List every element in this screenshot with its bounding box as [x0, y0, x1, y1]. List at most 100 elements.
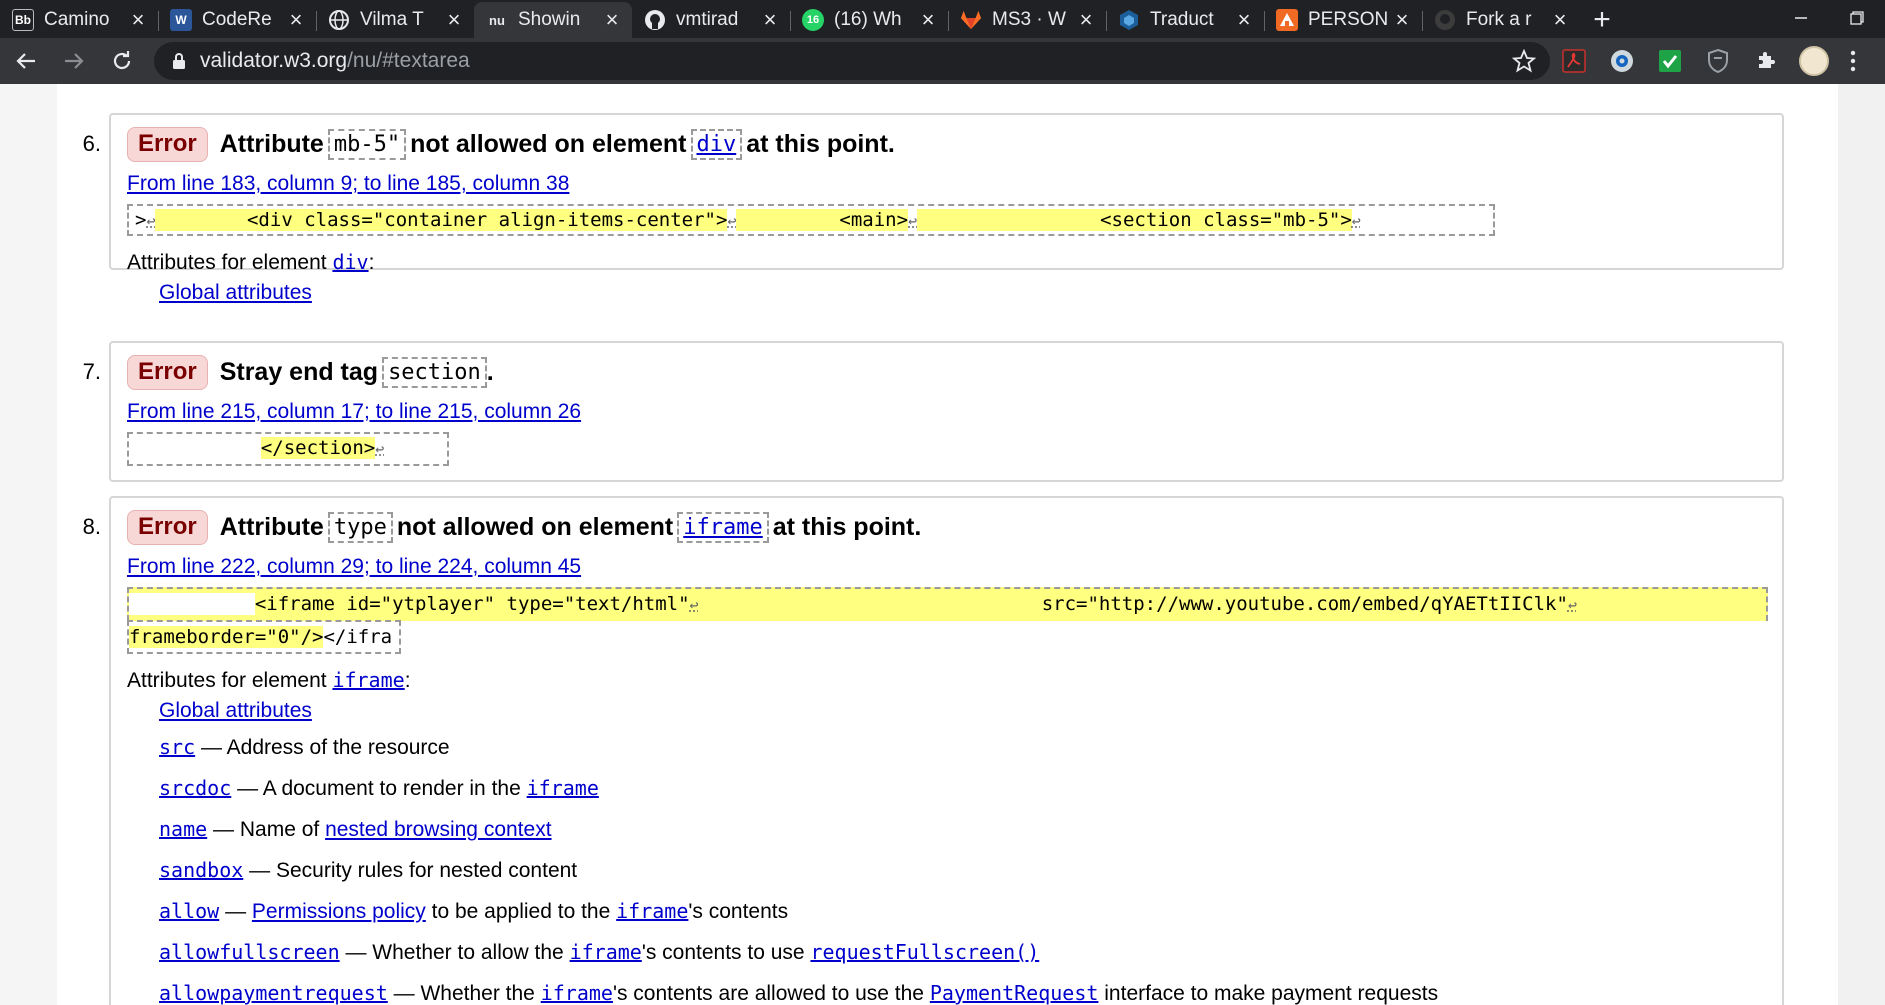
element-link[interactable]: iframe — [677, 512, 769, 543]
arrow-left-icon — [16, 53, 35, 69]
location-link[interactable]: From line 222, column 29; to line 224, c… — [127, 555, 1782, 579]
minimize-button[interactable] — [1773, 0, 1829, 36]
message-heading: Error Attribute mb-5" not allowed on ele… — [111, 115, 1782, 162]
tab-strip: Bb Camino × W CodeRe × Vilma T × nu Show… — [0, 0, 1885, 38]
page-viewport: 6. Error Attribute mb-5" not allowed on … — [0, 84, 1885, 1005]
profile-avatar[interactable] — [1790, 41, 1838, 81]
error-message: 6. Error Attribute mb-5" not allowed on … — [83, 113, 1784, 304]
attribute-row-allowfullscreen: allowfullscreen — Whether to allow the i… — [159, 932, 1782, 973]
element-link[interactable]: iframe — [527, 776, 599, 800]
close-icon[interactable]: × — [602, 9, 622, 31]
tab-gitlab[interactable]: MS3 · W × — [948, 2, 1106, 38]
element-link[interactable]: iframe — [570, 940, 642, 964]
tab-vilma[interactable]: Vilma T × — [316, 2, 474, 38]
tab-traductor[interactable]: Traduct × — [1106, 2, 1264, 38]
close-icon[interactable]: × — [128, 9, 148, 31]
back-button[interactable] — [4, 41, 48, 81]
element-link[interactable]: iframe — [541, 981, 613, 1005]
close-icon[interactable]: × — [1550, 9, 1570, 31]
tab-whatsapp[interactable]: 16 (16) Wh × — [790, 2, 948, 38]
restore-button[interactable] — [1829, 0, 1885, 36]
url-text: validator.w3.org/nu/#textarea — [200, 49, 1512, 73]
globe-icon — [328, 9, 350, 31]
element-link[interactable]: div — [690, 129, 743, 160]
attribute-row: Global attributes — [159, 275, 1782, 311]
extract-highlight: </section> — [260, 437, 376, 459]
close-icon[interactable]: × — [444, 9, 464, 31]
tab-camino[interactable]: Bb Camino × — [0, 2, 158, 38]
privacy-badger-icon[interactable] — [1694, 41, 1742, 81]
tab-title: vmtirad — [676, 9, 739, 30]
error-badge: Error — [127, 355, 208, 390]
attribute-link[interactable]: srcdoc — [159, 776, 231, 800]
word-icon: W — [170, 9, 192, 31]
tab-title: (16) Wh — [834, 9, 902, 30]
spec-link[interactable]: Permissions policy — [252, 900, 426, 923]
close-icon[interactable]: × — [760, 9, 780, 31]
attribute-desc: 's contents — [688, 900, 789, 923]
close-icon[interactable]: × — [286, 9, 306, 31]
location-link[interactable]: From line 183, column 9; to line 185, co… — [127, 172, 1782, 196]
attribute-row-allowpaymentrequest: allowpaymentrequest — Whether the iframe… — [159, 973, 1782, 1005]
tab-fork[interactable]: Fork a r × — [1422, 2, 1580, 38]
menu-kebab-icon[interactable] — [1838, 41, 1868, 81]
source-extract: <iframe id="ytplayer" type="text/html"↩ … — [127, 587, 1782, 654]
attribute-row-allow: allow — Permissions policy to be applied… — [159, 891, 1782, 932]
extract-indent — [699, 593, 1042, 615]
attribute-link[interactable]: sandbox — [159, 858, 243, 882]
close-icon[interactable]: × — [1392, 9, 1412, 31]
attributes-label: Attributes for element — [127, 669, 327, 692]
gitlab-icon — [960, 9, 982, 31]
new-tab-button[interactable]: + — [1580, 2, 1624, 38]
attribute-desc: 's contents are allowed to use the — [612, 982, 924, 1005]
validator-results: 6. Error Attribute mb-5" not allowed on … — [57, 84, 1838, 1005]
global-attributes-link[interactable]: Global attributes — [159, 699, 312, 722]
spec-link[interactable]: nested browsing context — [325, 818, 551, 841]
extract-highlight: <div class="container align-items-center… — [155, 209, 728, 231]
reload-button[interactable] — [100, 41, 144, 81]
attribute-desc: to be applied to the — [431, 900, 611, 923]
api-link[interactable]: PaymentRequest — [930, 981, 1099, 1005]
close-icon[interactable]: × — [1076, 9, 1096, 31]
shield-extension-icon[interactable] — [1598, 41, 1646, 81]
extract-line: <iframe id="ytplayer" type="text/html"↩ … — [127, 587, 1768, 621]
forward-button[interactable] — [52, 41, 96, 81]
api-link[interactable]: requestFullscreen() — [810, 940, 1039, 964]
attribute-link[interactable]: src — [159, 735, 195, 759]
attribute-desc: — Security rules for nested content — [249, 859, 578, 882]
error-message: 7. Error Stray end tag section . From li… — [83, 341, 1784, 482]
tab-title: Fork a r — [1466, 9, 1532, 30]
attribute-desc: 's contents to use — [641, 941, 805, 964]
error-badge: Error — [127, 510, 208, 545]
tab-vmtirado[interactable]: vmtirad × — [632, 2, 790, 38]
message-number: 6. — [82, 131, 101, 156]
extract-highlight: <section class="mb-5"> — [917, 209, 1352, 231]
element-link[interactable]: iframe — [616, 899, 688, 923]
extensions-puzzle-icon[interactable] — [1742, 41, 1790, 81]
attributes-heading: Attributes for element iframe: — [127, 668, 411, 692]
github-icon — [1434, 9, 1456, 31]
tab-title: Showin — [518, 9, 581, 30]
tab-title: Vilma T — [360, 9, 424, 30]
check-extension-icon[interactable] — [1646, 41, 1694, 81]
element-link[interactable]: div — [332, 250, 368, 274]
star-icon[interactable] — [1512, 49, 1536, 73]
tab-showing[interactable]: nu Showin × — [474, 2, 632, 38]
source-extract: > ↩ <div class="container align-items-cen… — [127, 204, 1495, 236]
location-link[interactable]: From line 215, column 17; to line 215, c… — [127, 400, 1782, 424]
pdf-extension-icon[interactable] — [1550, 41, 1598, 81]
tab-personal[interactable]: PERSON × — [1264, 2, 1422, 38]
attribute-link[interactable]: name — [159, 817, 207, 841]
attribute-link[interactable]: allow — [159, 899, 219, 923]
address-bar[interactable]: validator.w3.org/nu/#textarea — [154, 42, 1550, 80]
attribute-desc: — Whether to allow the — [345, 941, 564, 964]
close-icon[interactable]: × — [1234, 9, 1254, 31]
attribute-link[interactable]: allowfullscreen — [159, 940, 340, 964]
element-link[interactable]: iframe — [332, 668, 404, 692]
attribute-link[interactable]: allowpaymentrequest — [159, 981, 388, 1005]
tab-codereview[interactable]: W CodeRe × — [158, 2, 316, 38]
attribute-desc: — A document to render in the — [237, 777, 521, 800]
close-icon[interactable]: × — [918, 9, 938, 31]
global-attributes-link[interactable]: Global attributes — [159, 281, 312, 304]
extract-highlight: src="http://www.youtube.com/embed/qYAETt… — [1041, 593, 1568, 615]
